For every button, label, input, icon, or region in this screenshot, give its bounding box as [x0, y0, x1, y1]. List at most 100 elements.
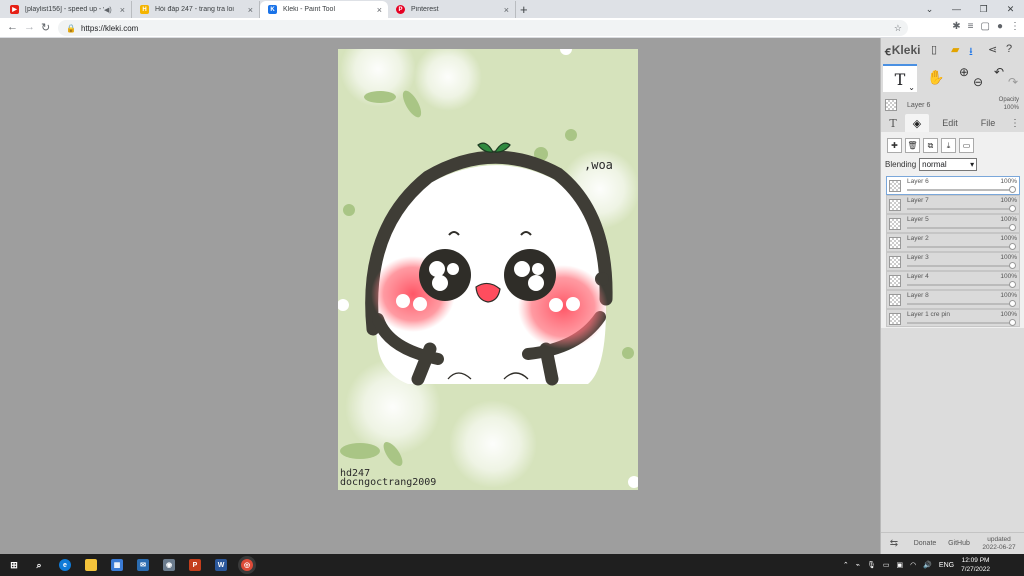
- chevron-down-icon[interactable]: ⌄: [916, 0, 943, 18]
- opacity-slider-handle[interactable]: [1009, 299, 1016, 307]
- opacity-slider-track[interactable]: [907, 207, 1011, 210]
- opacity-slider-handle[interactable]: [1009, 261, 1016, 269]
- clock[interactable]: 12:09 PM 7/27/2022: [961, 556, 990, 574]
- browser-tab-pinterest[interactable]: P Pinterest ×: [388, 1, 516, 18]
- chevron-down-icon[interactable]: ⌄: [908, 83, 915, 92]
- powerpoint-icon[interactable]: P: [189, 559, 201, 571]
- opacity-slider-track[interactable]: [907, 226, 1011, 229]
- download-icon[interactable]: ⭳: [969, 43, 973, 62]
- duplicate-layer-button[interactable]: ⧉: [923, 138, 938, 153]
- search-icon[interactable]: ⌕: [33, 559, 45, 571]
- opacity-slider-track[interactable]: [907, 283, 1011, 286]
- chevron-up-icon[interactable]: ⌃: [843, 561, 849, 569]
- more-dots-icon[interactable]: ⋮: [1005, 118, 1024, 129]
- opacity-slider-handle[interactable]: [1009, 318, 1016, 326]
- tab-tool-settings[interactable]: T: [881, 117, 905, 130]
- github-link[interactable]: GitHub: [943, 540, 975, 547]
- hand-tool-icon[interactable]: ✋: [927, 69, 944, 86]
- windows-start-icon[interactable]: ⊞: [8, 559, 20, 571]
- address-bar[interactable]: 🔒 https://kleki.com ☆: [58, 20, 908, 36]
- close-tab-icon[interactable]: ×: [120, 5, 125, 15]
- text-tool-button[interactable]: T ⌄: [883, 64, 917, 92]
- help-icon[interactable]: ?: [1006, 43, 1012, 55]
- layer-row[interactable]: Layer 3 100%: [886, 251, 1020, 271]
- donate-link[interactable]: Donate: [907, 540, 943, 547]
- close-tab-icon[interactable]: ×: [248, 5, 253, 15]
- add-layer-button[interactable]: ✚: [887, 138, 902, 153]
- store-icon[interactable]: ▦: [111, 559, 123, 571]
- layer-row[interactable]: Layer 6 100%: [886, 176, 1020, 195]
- speaker-icon[interactable]: ◀): [104, 6, 112, 14]
- browser-tab-hoidap[interactable]: H Hỏi đáp 247 - trang tra loi ×: [132, 1, 260, 18]
- workspace[interactable]: ,woa hd247 docngoctrang2009: [0, 38, 880, 554]
- opacity-slider-handle[interactable]: [1009, 186, 1016, 193]
- opacity-slider-track[interactable]: [907, 189, 1011, 191]
- network-icon[interactable]: ⌁: [856, 561, 860, 569]
- chrome-icon[interactable]: ◎: [241, 559, 253, 571]
- layer-row[interactable]: Layer 5 100%: [886, 213, 1020, 233]
- delete-layer-button[interactable]: 🗑: [905, 138, 920, 153]
- opacity-slider-track[interactable]: [907, 321, 1011, 324]
- layer-row[interactable]: Layer 4 100%: [886, 270, 1020, 290]
- layer-row[interactable]: Layer 2 100%: [886, 232, 1020, 252]
- back-button[interactable]: ←: [7, 21, 18, 33]
- panel-tabs: T ◈ Edit File ⋮: [881, 114, 1024, 132]
- minimize-button[interactable]: —: [943, 0, 970, 18]
- layer-actions: ✚ 🗑 ⧉ ⤓ ▭: [887, 138, 974, 153]
- profile-icon[interactable]: ●: [997, 21, 1003, 32]
- updated-info[interactable]: updated 2022-06-27: [975, 536, 1023, 552]
- lock-icon[interactable]: 🔒: [66, 24, 76, 33]
- mail-icon[interactable]: ✉: [137, 559, 149, 571]
- swap-sides-icon[interactable]: ⇆: [881, 538, 907, 549]
- tab-file[interactable]: File: [971, 118, 1005, 128]
- restore-button[interactable]: ❐: [970, 0, 997, 18]
- browser-tab-kleki[interactable]: K Kleki - Paint Tool ×: [260, 1, 388, 18]
- close-tab-icon[interactable]: ×: [504, 5, 509, 15]
- battery-icon[interactable]: ▭: [883, 561, 890, 569]
- menu-dots-icon[interactable]: ⋮: [1010, 21, 1020, 32]
- drawing-canvas[interactable]: ,woa hd247 docngoctrang2009: [338, 49, 638, 490]
- file-explorer-icon[interactable]: [85, 559, 97, 571]
- blending-select[interactable]: normal ▾: [919, 158, 978, 171]
- volume-icon[interactable]: 🔊: [923, 561, 932, 569]
- opacity-slider-track[interactable]: [907, 302, 1011, 305]
- opacity-slider-handle[interactable]: [1009, 280, 1016, 288]
- opacity-slider-track[interactable]: [907, 264, 1011, 267]
- microphone-icon[interactable]: 🎙: [867, 561, 876, 569]
- rename-layer-button[interactable]: ▭: [959, 138, 974, 153]
- wifi-icon[interactable]: ◠: [910, 561, 916, 569]
- layer-row[interactable]: Layer 8 100%: [886, 289, 1020, 309]
- reading-list-icon[interactable]: ≡: [968, 21, 974, 32]
- close-tab-icon[interactable]: ×: [377, 5, 382, 15]
- camera-icon[interactable]: ◉: [163, 559, 175, 571]
- opacity-slider-track[interactable]: [907, 245, 1011, 248]
- zoom-in-icon[interactable]: ⊕: [959, 65, 969, 79]
- layer-row[interactable]: Layer 7 100%: [886, 194, 1020, 214]
- tray-app-icon[interactable]: ▣: [896, 561, 903, 569]
- puzzle-icon[interactable]: ✱: [952, 21, 960, 32]
- tab-edit[interactable]: Edit: [929, 118, 971, 128]
- layer-row[interactable]: Layer 1 cre pin 100%: [886, 308, 1020, 328]
- language-indicator[interactable]: ENG: [939, 562, 954, 569]
- share-icon[interactable]: ⋖: [988, 43, 997, 56]
- forward-button[interactable]: →: [24, 21, 35, 33]
- zoom-out-icon[interactable]: ⊖: [973, 75, 983, 89]
- close-window-button[interactable]: ✕: [997, 0, 1024, 18]
- opacity-slider-handle[interactable]: [1009, 204, 1016, 212]
- new-image-icon[interactable]: ▯: [931, 43, 937, 56]
- new-tab-button[interactable]: +: [520, 2, 528, 17]
- reload-button[interactable]: ↻: [41, 21, 50, 34]
- kleki-logo[interactable]: ꞓ Kleki: [885, 42, 920, 59]
- opacity-slider-handle[interactable]: [1009, 223, 1016, 231]
- undo-icon[interactable]: ↶: [994, 65, 1004, 79]
- redo-icon[interactable]: ↷: [1008, 75, 1018, 89]
- edge-icon[interactable]: e: [59, 559, 71, 571]
- opacity-slider-handle[interactable]: [1009, 242, 1016, 250]
- sidepanel-icon[interactable]: ▢: [981, 21, 990, 32]
- merge-layer-button[interactable]: ⤓: [941, 138, 956, 153]
- word-icon[interactable]: W: [215, 559, 227, 571]
- open-folder-icon[interactable]: ▰: [951, 43, 959, 56]
- browser-tab-youtube[interactable]: ▶ [playlist156] - speed up - vi ◀) ×: [2, 1, 132, 18]
- tab-layers[interactable]: ◈: [905, 114, 929, 132]
- bookmark-star-icon[interactable]: ☆: [894, 23, 902, 34]
